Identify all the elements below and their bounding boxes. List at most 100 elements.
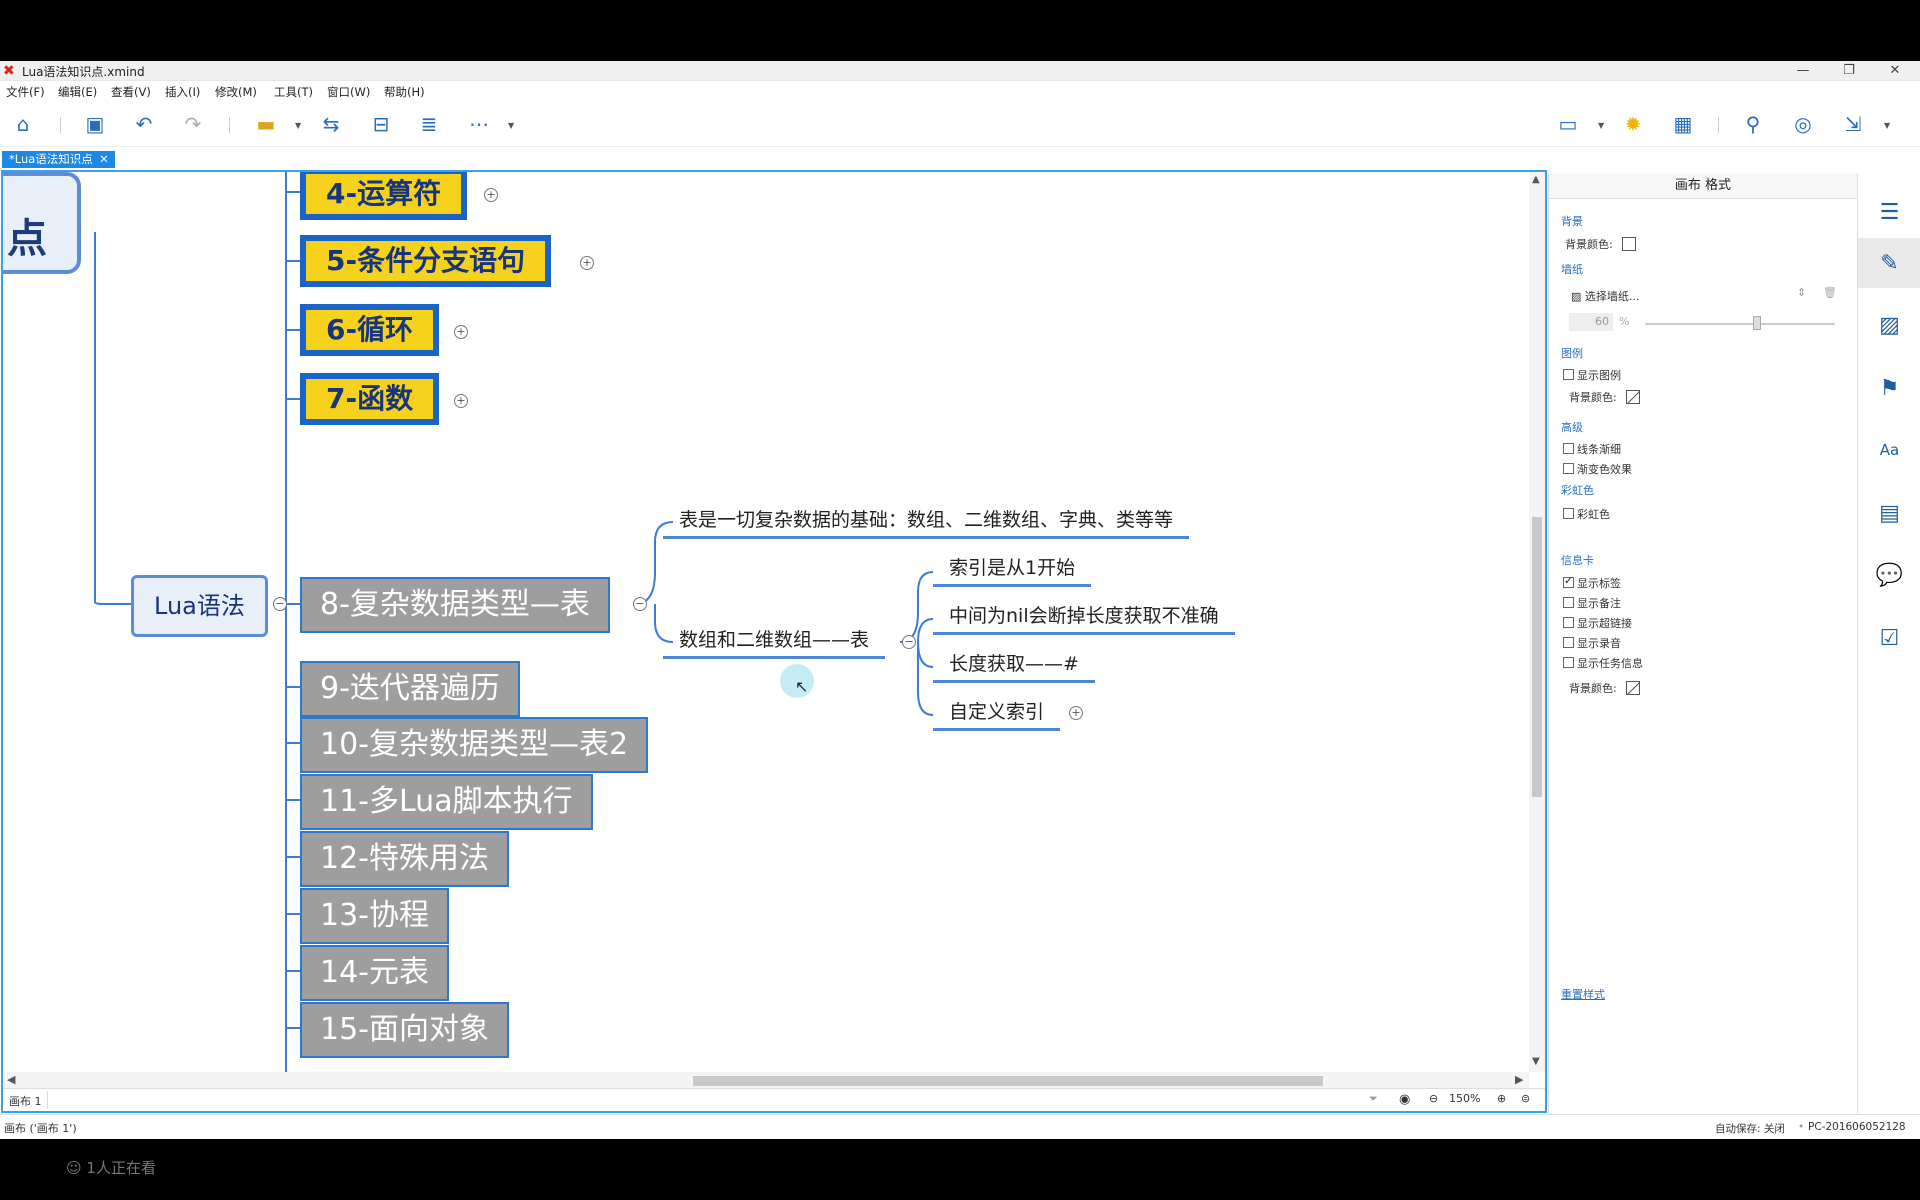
info-card-color-swatch[interactable] bbox=[1626, 681, 1641, 695]
rainbow-checkbox[interactable] bbox=[1563, 508, 1574, 519]
collapse-icon[interactable]: − bbox=[273, 597, 287, 611]
task-clipboard-icon[interactable]: ☑ bbox=[1858, 613, 1920, 663]
scroll-up-icon[interactable]: ▲ bbox=[1532, 174, 1540, 185]
info-option-audio[interactable]: 显示录音 bbox=[1563, 635, 1621, 651]
export-icon[interactable]: ⇲ bbox=[1840, 111, 1866, 137]
comments-icon[interactable]: 💬 bbox=[1858, 550, 1920, 600]
horizontal-scrollbar[interactable]: ◀ ▶ bbox=[3, 1072, 1529, 1088]
expand-icon[interactable]: + bbox=[454, 325, 468, 339]
show-legend-checkbox[interactable] bbox=[1563, 369, 1574, 380]
info-option-hyperlinks[interactable]: 显示超链接 bbox=[1563, 615, 1632, 631]
filter-icon[interactable]: ⏷ bbox=[1369, 1092, 1378, 1106]
more-icon[interactable]: ⋯ bbox=[466, 111, 492, 137]
sheet-tab[interactable]: 画布 1 bbox=[9, 1093, 42, 1109]
menu-help[interactable]: 帮助(H) bbox=[384, 84, 425, 100]
topic-table2[interactable]: 10-复杂数据类型—表2 bbox=[300, 717, 649, 773]
topic-multi-script[interactable]: 11-多Lua脚本执行 bbox=[300, 774, 593, 830]
gradient-option[interactable]: 渐变色效果 bbox=[1563, 461, 1632, 477]
show-audio-checkbox[interactable] bbox=[1563, 637, 1574, 648]
subtopic-table-basis[interactable]: 表是一切复杂数据的基础：数组、二维数组、字典、类等等 bbox=[663, 505, 1190, 539]
topic-operators[interactable]: 4-运算符 bbox=[300, 172, 468, 220]
menu-edit[interactable]: 编辑(E) bbox=[58, 84, 97, 100]
menu-modify[interactable]: 修改(M) bbox=[215, 84, 257, 100]
collapse-icon[interactable]: − bbox=[633, 597, 647, 611]
menu-file[interactable]: 文件(F) bbox=[6, 84, 45, 100]
expand-icon[interactable]: + bbox=[484, 188, 498, 202]
marker-flag-icon[interactable]: ⚑ bbox=[1858, 363, 1920, 413]
wallpaper-select[interactable]: ▨ 选择墙纸... bbox=[1571, 288, 1639, 304]
save-icon[interactable]: ▣ bbox=[82, 111, 108, 137]
brainstorm-bulb-icon[interactable]: ✹ bbox=[1620, 111, 1646, 137]
scroll-left-icon[interactable]: ◀ bbox=[7, 1073, 15, 1086]
document-tab[interactable]: *Lua语法知识点 ✕ bbox=[2, 151, 115, 168]
topic-conditional[interactable]: 5-条件分支语句 bbox=[300, 235, 552, 287]
show-labels-checkbox[interactable] bbox=[1563, 574, 1574, 588]
topic-iterator[interactable]: 9-迭代器遍历 bbox=[300, 661, 520, 717]
menu-insert[interactable]: 插入(I) bbox=[165, 84, 200, 100]
background-color-swatch[interactable] bbox=[1622, 237, 1637, 251]
vertical-scroll-thumb[interactable] bbox=[1532, 517, 1542, 797]
outline-icon[interactable]: ☰ bbox=[1858, 187, 1920, 237]
redo-icon[interactable]: ↷ bbox=[180, 111, 206, 137]
menu-window[interactable]: 窗口(W) bbox=[327, 84, 370, 100]
topic-special-usage[interactable]: 12-特殊用法 bbox=[300, 831, 509, 887]
minimize-button[interactable]: — bbox=[1780, 61, 1826, 81]
fit-icon[interactable]: ⊜ bbox=[1521, 1092, 1530, 1105]
boundary-icon[interactable]: ⊟ bbox=[368, 111, 394, 137]
relationship-icon[interactable]: ⇆ bbox=[318, 111, 344, 137]
legend-color-swatch[interactable] bbox=[1626, 390, 1641, 404]
show-legend-option[interactable]: 显示图例 bbox=[1563, 367, 1621, 383]
opacity-input[interactable]: 60 bbox=[1569, 313, 1613, 331]
trash-icon[interactable]: 🗑 bbox=[1823, 286, 1837, 299]
chevron-down-icon[interactable]: ▼ bbox=[295, 121, 301, 130]
topic-coroutine[interactable]: 13-协程 bbox=[300, 888, 449, 944]
close-tab-icon[interactable]: ✕ bbox=[99, 151, 109, 168]
chevron-down-icon[interactable]: ▼ bbox=[1884, 121, 1890, 130]
subtopic-arrays[interactable]: 数组和二维数组——表 bbox=[663, 625, 886, 659]
expand-icon[interactable]: + bbox=[1069, 706, 1083, 720]
info-option-notes[interactable]: 显示备注 bbox=[1563, 595, 1621, 611]
gradient-checkbox[interactable] bbox=[1563, 463, 1574, 474]
central-topic[interactable]: Lua语法 bbox=[131, 575, 268, 637]
search-icon[interactable]: ⚲ bbox=[1740, 111, 1766, 137]
presentation-icon[interactable]: ▭ bbox=[1555, 111, 1581, 137]
share-icon[interactable]: ◎ bbox=[1790, 111, 1816, 137]
close-window-button[interactable]: ✕ bbox=[1872, 61, 1918, 81]
reset-style-link[interactable]: 重置样式 bbox=[1561, 986, 1605, 1002]
info-option-labels[interactable]: 显示标签 bbox=[1563, 574, 1621, 591]
gantt-icon[interactable]: ▦ bbox=[1670, 111, 1696, 137]
collapse-icon[interactable]: − bbox=[902, 635, 916, 649]
restore-button[interactable]: ❐ bbox=[1826, 61, 1872, 81]
eye-icon[interactable]: ◉ bbox=[1399, 1092, 1410, 1107]
topic-function[interactable]: 7-函数 bbox=[300, 373, 440, 425]
subtopic-length-op[interactable]: 长度获取——# bbox=[933, 649, 1095, 683]
chevron-down-icon[interactable]: ▼ bbox=[1598, 121, 1604, 130]
info-option-tasks[interactable]: 显示任务信息 bbox=[1563, 655, 1643, 671]
topic-oop[interactable]: 15-面向对象 bbox=[300, 1002, 509, 1058]
subtopic-custom-index[interactable]: 自定义索引 bbox=[933, 697, 1061, 731]
summary-icon[interactable]: ≣ bbox=[416, 111, 442, 137]
image-panel-icon[interactable]: ▨ bbox=[1858, 300, 1920, 350]
subtopic-index-start[interactable]: 索引是从1开始 bbox=[933, 553, 1092, 587]
menu-view[interactable]: 查看(V) bbox=[111, 84, 151, 100]
notes-icon[interactable]: ▤ bbox=[1858, 488, 1920, 538]
opacity-slider-handle[interactable] bbox=[1753, 316, 1761, 330]
vertical-scrollbar[interactable]: ▲ ▼ bbox=[1529, 172, 1545, 1072]
scroll-down-icon[interactable]: ▼ bbox=[1532, 1056, 1540, 1067]
mindmap-canvas[interactable]: 点 4-运算符 + 5-条件分支语句 + 6-循环 + 7-函数 + Lua语法… bbox=[3, 172, 1529, 1072]
show-tasks-checkbox[interactable] bbox=[1563, 657, 1574, 668]
horizontal-scroll-thumb[interactable] bbox=[693, 1076, 1323, 1086]
text-style-icon[interactable]: Aa bbox=[1858, 425, 1920, 475]
topic-insert-icon[interactable]: ▬ bbox=[253, 111, 279, 137]
chevron-down-icon[interactable]: ▼ bbox=[508, 121, 514, 130]
stepper-icon[interactable]: ⇕ bbox=[1797, 286, 1806, 299]
expand-icon[interactable]: + bbox=[580, 256, 594, 270]
topic-loop[interactable]: 6-循环 bbox=[300, 304, 440, 356]
topic-metatable[interactable]: 14-元表 bbox=[300, 945, 449, 1001]
zoom-out-icon[interactable]: ⊖ bbox=[1429, 1092, 1438, 1105]
root-topic[interactable]: 点 bbox=[3, 172, 81, 274]
expand-icon[interactable]: + bbox=[454, 394, 468, 408]
show-hyperlinks-checkbox[interactable] bbox=[1563, 617, 1574, 628]
opacity-slider[interactable] bbox=[1645, 323, 1835, 325]
menu-tools[interactable]: 工具(T) bbox=[274, 84, 313, 100]
